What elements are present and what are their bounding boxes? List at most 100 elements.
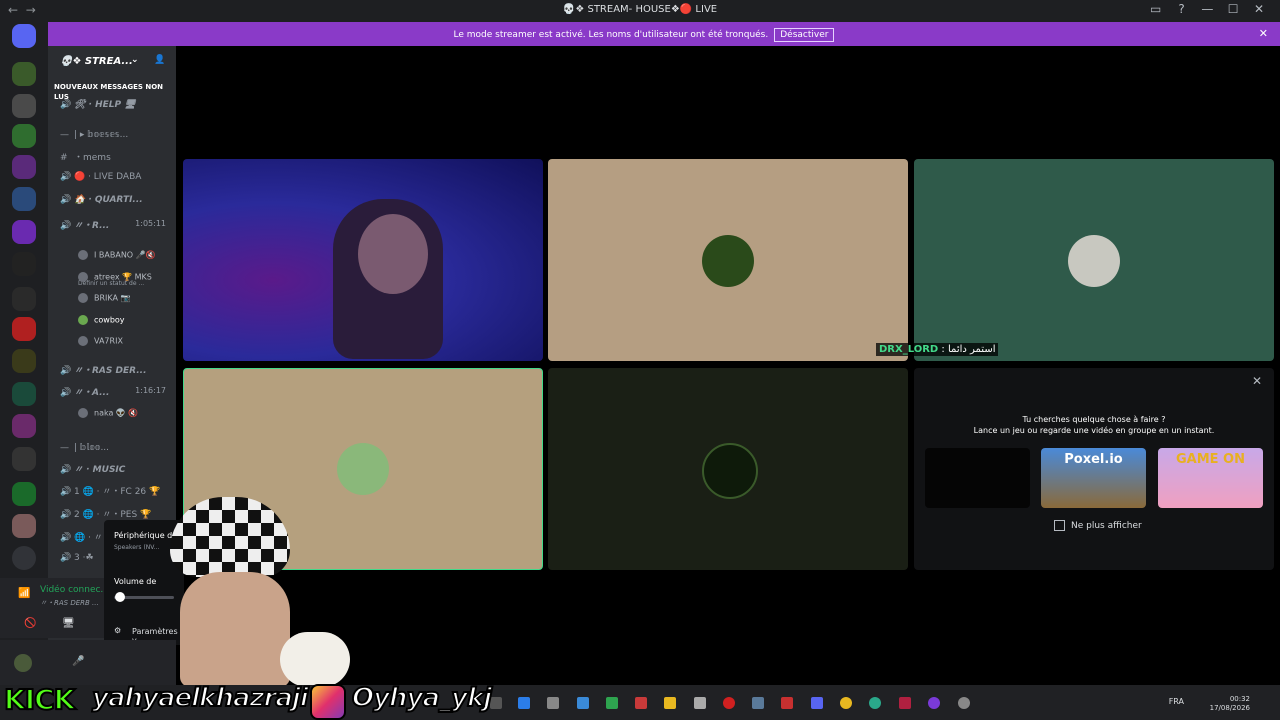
speaker-icon: 🔊 — [60, 221, 72, 231]
channel-item[interactable]: 🔊 🛠 · HELP 🖥 — [60, 100, 170, 116]
chevron-down-icon[interactable]: ⌄ — [131, 55, 139, 65]
category-header[interactable]: — | ▸ 𝕓𝕠𝕖𝕤𝕖𝕤... — [60, 130, 170, 146]
avatar — [78, 336, 88, 346]
activity-thumb[interactable]: GAME ON — [1158, 448, 1263, 508]
volume-slider-knob[interactable] — [115, 592, 125, 602]
video-tile-avatar[interactable] — [548, 368, 908, 570]
app-icon[interactable] — [577, 697, 589, 709]
window-controls: ▭ ? — ☐ ✕ — [1145, 2, 1270, 16]
channel-timer: 1:16:17 — [135, 386, 166, 395]
close-icon[interactable]: ✕ — [1248, 2, 1270, 16]
voice-member[interactable]: I BABANO 🎤🔇 — [78, 250, 168, 266]
speaker-icon: 🔊 — [60, 487, 72, 497]
activity-thumb[interactable]: Poxel.io — [1041, 448, 1146, 508]
avatar — [78, 272, 88, 282]
volume-label: Volume de — [114, 577, 157, 586]
voice-channel-name[interactable]: 〃・RAS DERB ... — [40, 598, 99, 608]
chrome-icon[interactable] — [840, 697, 852, 709]
app-icon[interactable] — [518, 697, 530, 709]
maximize-icon[interactable]: ☐ — [1222, 2, 1244, 16]
discord-home-icon[interactable] — [12, 24, 36, 48]
voice-member[interactable]: cowboy — [78, 315, 168, 331]
speaker-icon: 🔊 — [60, 195, 72, 205]
screen-share-icon[interactable]: 🖥 — [62, 618, 75, 629]
app-icon[interactable] — [781, 697, 793, 709]
server-icon[interactable] — [12, 94, 36, 118]
server-icon[interactable] — [12, 317, 36, 341]
category-header[interactable]: — | 𝕓𝕝𝕠𝕠... — [60, 443, 170, 459]
add-server-icon[interactable] — [12, 546, 36, 570]
voice-member[interactable]: VA7RIX — [78, 336, 168, 352]
server-icon[interactable] — [12, 414, 36, 438]
server-icon[interactable] — [12, 220, 36, 244]
speaker-icon: 🔊 — [60, 172, 72, 182]
channel-item[interactable]: 🔊 1 🌐 · 〃・FC 26 🏆 — [60, 484, 170, 500]
server-icon[interactable] — [12, 482, 36, 506]
app-icon[interactable] — [547, 697, 559, 709]
discord-icon[interactable] — [811, 697, 823, 709]
server-icon[interactable] — [12, 514, 36, 538]
streamer-webcam — [160, 492, 360, 687]
channel-item[interactable]: 🔊 〃・RAS DER... — [60, 363, 170, 379]
channel-item[interactable]: 🔊 🏠 · QUARTI... — [60, 195, 170, 211]
banner-close-icon[interactable]: ✕ — [1259, 27, 1268, 40]
channel-item[interactable]: # ・mems — [60, 150, 170, 166]
new-messages-pill[interactable]: NOUVEAUX MESSAGES NON LUS — [54, 82, 166, 102]
avatar[interactable] — [14, 654, 32, 672]
voice-member[interactable]: naka 👽 🔇 — [78, 408, 168, 424]
checkbox[interactable] — [1054, 520, 1065, 531]
app-icon[interactable] — [899, 697, 911, 709]
app-icon[interactable] — [694, 697, 706, 709]
voice-status[interactable]: Vidéo connec... — [40, 585, 109, 595]
system-tray[interactable]: FRA — [1169, 697, 1184, 706]
channel-item[interactable]: 🔊 〃 · MUSIC — [60, 462, 170, 478]
channel-item[interactable]: 🔊 🔴 · LIVE DABA — [60, 172, 170, 188]
close-icon[interactable]: ✕ — [1252, 374, 1262, 388]
voice-member[interactable]: atreex 🏆 MKS — [78, 272, 168, 288]
clock[interactable]: 00:32 17/08/2026 — [1210, 695, 1250, 713]
server-icon[interactable] — [12, 382, 36, 406]
channel-item[interactable]: 🔊 〃・A... 1:16:17 — [60, 385, 170, 401]
help-icon[interactable]: ? — [1171, 2, 1193, 16]
disable-streamer-button[interactable]: Désactiver — [774, 28, 835, 42]
activity-thumb[interactable] — [925, 448, 1030, 508]
app-icon[interactable] — [958, 697, 970, 709]
avatar — [78, 250, 88, 260]
server-icon[interactable] — [12, 62, 36, 86]
video-tile-camera[interactable] — [183, 159, 543, 361]
dont-show-checkbox[interactable]: Ne plus afficher — [1054, 520, 1142, 531]
face — [180, 572, 290, 687]
server-header[interactable]: 💀❖ STREA... ⌄ 👤 — [48, 46, 176, 76]
edge-icon[interactable] — [869, 697, 881, 709]
signal-icon[interactable]: 📶 — [18, 588, 30, 599]
server-icon[interactable] — [12, 187, 36, 211]
microphone-icon[interactable]: 🎤 — [72, 656, 84, 667]
speaker-icon: 🔊 — [60, 100, 72, 110]
app-icon[interactable] — [635, 697, 647, 709]
app-icon[interactable] — [928, 697, 940, 709]
taskview-icon[interactable] — [490, 697, 502, 709]
server-icon[interactable] — [12, 124, 36, 148]
app-icon[interactable] — [606, 697, 618, 709]
server-icon[interactable] — [12, 447, 36, 471]
video-tile-avatar[interactable] — [914, 159, 1274, 361]
camera-off-icon[interactable]: 🚫 — [24, 618, 36, 629]
inbox-icon[interactable]: ▭ — [1145, 2, 1167, 16]
folder-icon[interactable] — [664, 697, 676, 709]
server-icon[interactable] — [12, 349, 36, 373]
channel-timer: 1:05:11 — [135, 219, 166, 228]
server-icon[interactable] — [12, 155, 36, 179]
server-icon[interactable] — [12, 252, 36, 276]
channel-item-active[interactable]: 🔊 〃・R... 1:05:11 — [60, 218, 170, 234]
avatar — [78, 408, 88, 418]
opera-icon[interactable] — [723, 697, 735, 709]
voice-member[interactable]: BRIKA 📷 — [78, 293, 168, 309]
app-icon[interactable] — [752, 697, 764, 709]
avatar — [337, 443, 389, 495]
cap — [170, 497, 290, 577]
video-tile-avatar[interactable] — [548, 159, 908, 361]
server-icon[interactable] — [12, 287, 36, 311]
add-member-icon[interactable]: 👤 — [154, 55, 165, 65]
minimize-icon[interactable]: — — [1196, 2, 1218, 16]
language-indicator[interactable]: FRA — [1169, 697, 1184, 706]
